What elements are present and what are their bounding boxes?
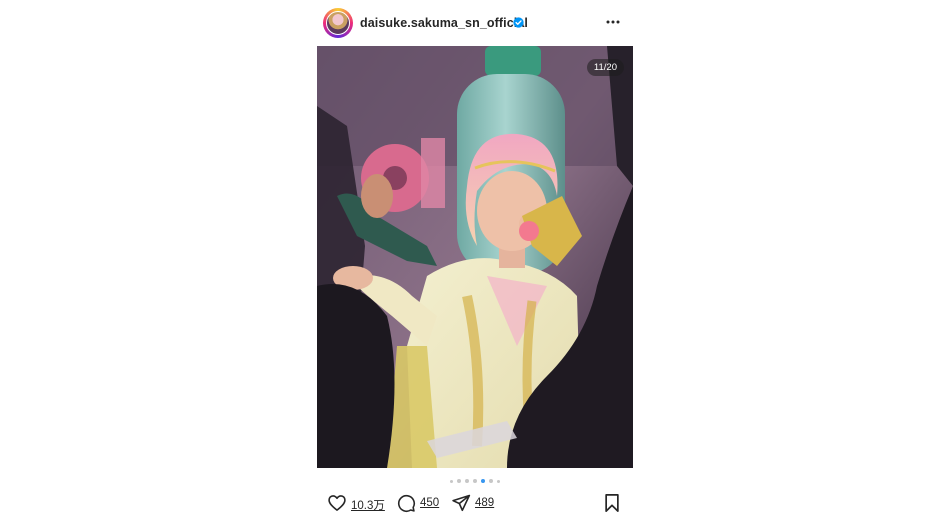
bookmark-icon[interactable] xyxy=(603,493,621,513)
carousel-dot-active xyxy=(481,479,485,483)
post-header: daisuke.sakuma_sn_official xyxy=(317,8,633,42)
carousel-dot xyxy=(450,479,453,483)
carousel-dot xyxy=(489,479,493,483)
slide-counter: 11/20 xyxy=(586,59,624,76)
carousel-dot xyxy=(465,479,469,483)
heart-icon[interactable] xyxy=(327,493,347,513)
comment-bubble-icon[interactable] xyxy=(396,493,416,513)
verified-badge-icon xyxy=(513,17,524,28)
post-card: daisuke.sakuma_sn_official 11/20 10.3万 4… xyxy=(317,0,633,515)
carousel-dot xyxy=(473,479,477,483)
shares-count[interactable]: 489 xyxy=(475,497,494,509)
post-photo-illustration xyxy=(317,46,633,468)
carousel-indicator xyxy=(448,478,502,484)
paper-plane-icon[interactable] xyxy=(451,493,471,513)
comments-count[interactable]: 450 xyxy=(420,497,439,509)
avatar-image xyxy=(326,11,350,35)
carousel-dot xyxy=(457,479,461,483)
likes-count[interactable]: 10.3万 xyxy=(351,497,385,513)
more-options-icon[interactable] xyxy=(603,14,623,30)
action-bar: 10.3万 450 489 xyxy=(317,492,633,514)
post-photo[interactable]: 11/20 xyxy=(317,46,633,468)
username-link[interactable]: daisuke.sakuma_sn_official xyxy=(360,16,528,30)
instagram-post-screen: daisuke.sakuma_sn_official 11/20 10.3万 4… xyxy=(0,0,950,515)
profile-avatar[interactable] xyxy=(323,8,353,38)
carousel-dot xyxy=(497,479,500,483)
